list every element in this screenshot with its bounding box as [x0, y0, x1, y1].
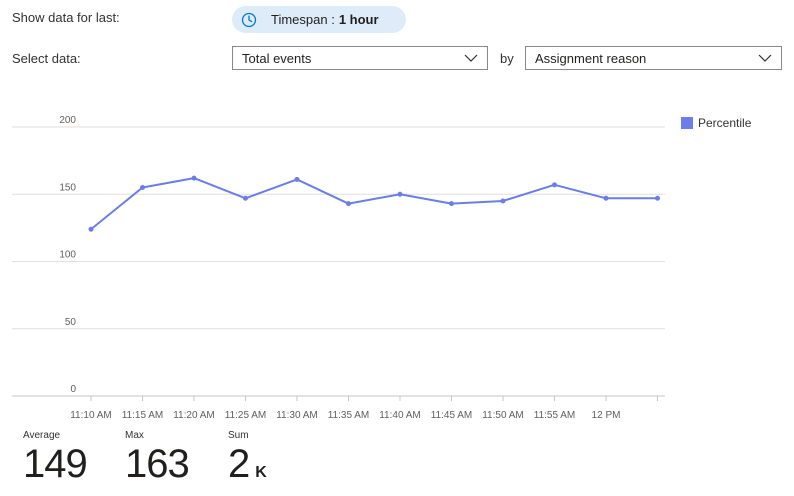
data-dropdown-value: Total events — [242, 50, 312, 66]
series-line — [90, 177, 658, 230]
by-label: by — [500, 51, 514, 66]
x-tick-label: 12 PM — [592, 410, 621, 421]
legend-swatch — [681, 117, 693, 129]
y-tick-label: 200 — [59, 115, 76, 126]
stat-value: 163 — [125, 442, 190, 486]
line-chart: 0 50 100 150 200 11:10 AM 11:15 AM 11:20 AM 11:2… — [12, 115, 665, 421]
timespan-button[interactable]: Timespan : 1 hour — [232, 6, 406, 33]
timespan-label: Show data for last: — [12, 10, 120, 25]
stat-label: Average — [23, 430, 61, 441]
stat-average: Average 149 — [23, 430, 88, 486]
timespan-value: 1 hour — [338, 12, 379, 27]
data-point — [500, 198, 506, 204]
y-tick-label: 100 — [59, 250, 76, 261]
data-point — [88, 226, 94, 232]
chevron-down-icon — [464, 54, 478, 62]
x-tick-label: 11:15 AM — [122, 410, 164, 421]
x-tick-label: 11:25 AM — [225, 410, 267, 421]
x-tick-label: 11:40 AM — [379, 410, 421, 421]
data-point — [140, 185, 145, 191]
stat-max: Max 163 — [125, 430, 190, 486]
data-point — [552, 182, 557, 188]
x-tick-label: 11:45 AM — [431, 410, 473, 421]
clock-icon — [241, 12, 257, 27]
group-by-dropdown[interactable]: Assignment reason — [525, 46, 782, 70]
y-tick-label: 0 — [70, 384, 76, 395]
data-point — [449, 201, 454, 207]
data-point — [346, 201, 351, 207]
chevron-down-icon — [758, 54, 772, 62]
timespan-prefix: Timespan : — [271, 12, 335, 27]
y-tick-label: 150 — [59, 182, 76, 193]
data-point — [191, 175, 197, 181]
chart-legend[interactable]: Percentile — [681, 116, 751, 130]
data-point — [294, 176, 300, 182]
x-tick-label: 11:50 AM — [482, 410, 524, 421]
y-tick-label: 50 — [65, 317, 77, 328]
legend-label: Percentile — [698, 116, 752, 130]
data-point — [655, 195, 660, 201]
x-tick-label: 11:20 AM — [173, 410, 215, 421]
x-tick-label: 11:35 AM — [328, 410, 370, 421]
stat-unit: K — [255, 464, 267, 481]
x-tick-label: 11:30 AM — [276, 410, 318, 421]
data-point — [243, 195, 248, 201]
stat-value: 2 — [228, 442, 250, 486]
x-tick-label: 11:10 AM — [70, 410, 112, 421]
stat-label: Max — [125, 430, 144, 441]
group-by-dropdown-value: Assignment reason — [535, 50, 647, 66]
stat-value: 149 — [23, 442, 88, 486]
data-point — [603, 195, 609, 201]
x-tick-label: 11:55 AM — [534, 410, 576, 421]
stat-sum: Sum 2K — [228, 430, 267, 493]
data-point — [397, 191, 403, 197]
stat-label: Sum — [228, 430, 249, 441]
data-dropdown[interactable]: Total events — [232, 46, 488, 70]
select-data-label: Select data: — [12, 51, 81, 66]
